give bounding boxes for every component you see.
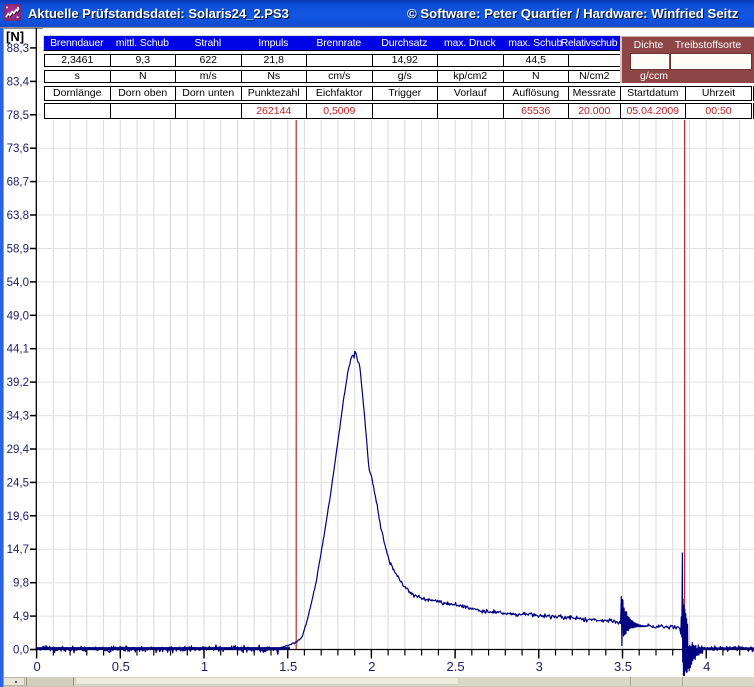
svg-text:4: 4	[703, 659, 710, 674]
svg-text:88,3: 88,3	[7, 43, 29, 55]
svg-text:3.5: 3.5	[614, 659, 632, 674]
svg-text:0.5: 0.5	[112, 659, 130, 674]
svg-text:19,6: 19,6	[7, 511, 29, 523]
svg-text:1.5: 1.5	[279, 659, 297, 674]
svg-text:1: 1	[201, 659, 208, 674]
svg-text:2.5: 2.5	[447, 659, 465, 674]
svg-text:29,4: 29,4	[7, 444, 30, 456]
svg-text:83,4: 83,4	[7, 76, 30, 88]
svg-text:3: 3	[536, 659, 543, 674]
svg-text:4,9: 4,9	[13, 611, 29, 623]
svg-text:58,9: 58,9	[7, 244, 29, 256]
svg-text:78,5: 78,5	[7, 110, 29, 122]
svg-text:49,0: 49,0	[7, 310, 29, 322]
svg-text:73,6: 73,6	[7, 143, 29, 155]
svg-text:0,0: 0,0	[13, 645, 29, 657]
svg-text:44,1: 44,1	[7, 344, 29, 356]
svg-text:0: 0	[33, 659, 40, 674]
svg-text:9,8: 9,8	[13, 578, 29, 590]
svg-text:24,5: 24,5	[7, 477, 29, 489]
svg-text:34,3: 34,3	[7, 411, 29, 423]
svg-text:2: 2	[368, 659, 375, 674]
svg-text:63,8: 63,8	[7, 210, 29, 222]
svg-text:54,0: 54,0	[7, 277, 29, 289]
svg-text:14,7: 14,7	[7, 544, 29, 556]
svg-text:39,2: 39,2	[7, 377, 29, 389]
svg-text:68,7: 68,7	[7, 177, 29, 189]
